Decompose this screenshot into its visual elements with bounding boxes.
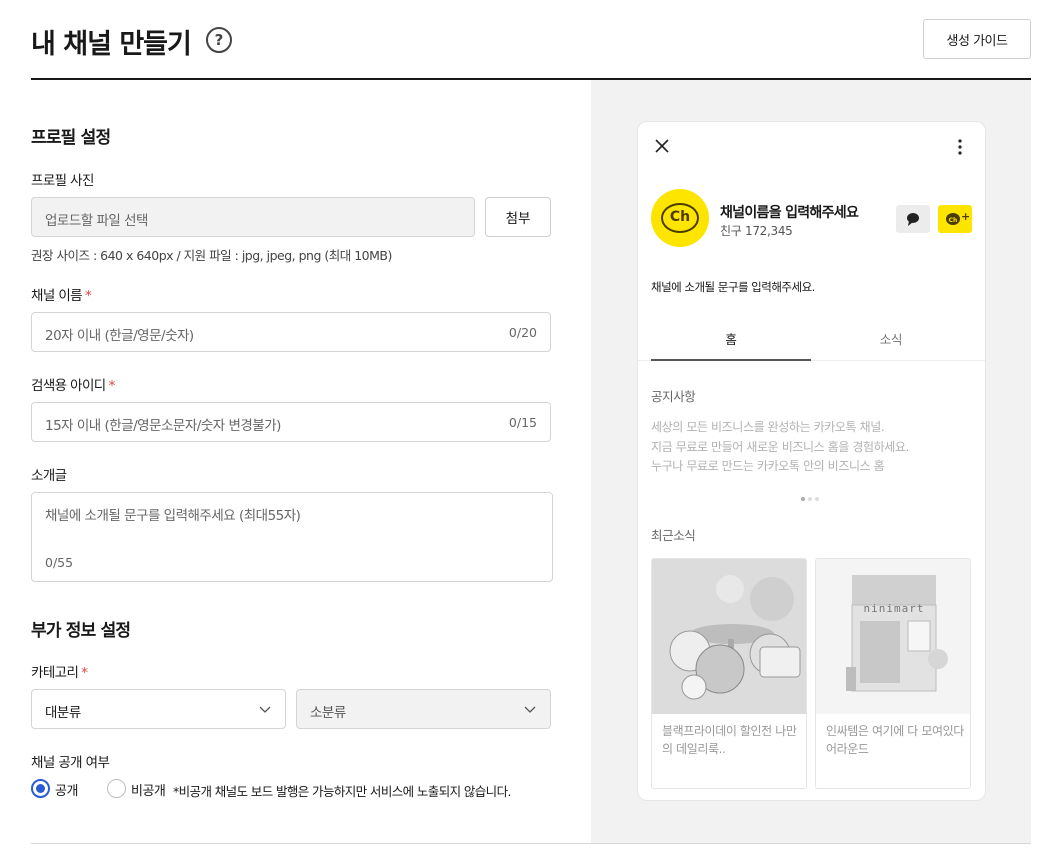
channel-logo-text: Ch xyxy=(661,203,699,233)
private-radio[interactable] xyxy=(107,779,126,798)
tab-active-indicator xyxy=(651,359,811,361)
search-id-placeholder: 15자 이내 (한글/영문소문자/숫자 변경불가) xyxy=(45,418,281,434)
intro-placeholder: 채널에 소개될 문구를 입력해주세요 (최대55자) xyxy=(45,508,301,524)
svg-text:Ch: Ch xyxy=(949,217,958,224)
category-label: 카테고리 * xyxy=(31,661,88,681)
intro-counter: 0/55 xyxy=(45,555,74,570)
category-label-text: 카테고리 xyxy=(31,665,79,681)
required-mark: * xyxy=(84,288,92,304)
search-id-label: 검색용 아이디 * xyxy=(31,374,115,394)
chat-button[interactable] xyxy=(896,205,930,233)
notice-line: 세상의 모든 비즈니스를 완성하는 카카오톡 채널. xyxy=(651,420,885,434)
visibility-radio-group: 공개 비공개 *비공개 채널도 보드 발행은 가능하지만 서비스에 노출되지 않… xyxy=(31,779,571,799)
channel-name-placeholder: 20자 이내 (한글/영문/숫자) xyxy=(45,328,194,344)
profile-section-title: 프로필 설정 xyxy=(31,128,111,148)
chevron-down-icon xyxy=(524,706,536,713)
news-card[interactable]: 블랙프라이데이 할인전 나만의 데일리룩.. xyxy=(651,558,807,789)
notice-title: 공지사항 xyxy=(651,389,696,404)
visibility-label: 채널 공개 여부 xyxy=(31,755,110,771)
search-id-counter: 0/15 xyxy=(508,415,537,430)
news-card[interactable]: ninimart 인싸템은 여기에 다 모여있다 어라운드 xyxy=(815,558,971,789)
channel-name-input[interactable]: 20자 이내 (한글/영문/숫자) 0/20 xyxy=(31,312,551,352)
news-thumbnail-store xyxy=(816,559,970,714)
public-radio[interactable] xyxy=(31,779,50,798)
notice-line: 누구나 무료로 만드는 카카오톡 안의 비즈니스 홈 xyxy=(651,459,885,473)
more-vertical-icon[interactable] xyxy=(952,138,968,156)
attach-button[interactable]: 첨부 xyxy=(485,197,551,237)
category-main-select[interactable]: 대분류 xyxy=(31,689,286,729)
channel-logo: Ch xyxy=(651,189,709,247)
required-mark: * xyxy=(81,665,88,681)
search-id-label-text: 검색용 아이디 xyxy=(31,378,106,394)
recent-news-title: 최근소식 xyxy=(651,528,696,543)
chevron-down-icon xyxy=(259,706,271,713)
public-radio-label[interactable]: 공개 xyxy=(55,780,78,799)
required-mark: * xyxy=(108,378,116,394)
page-title: 내 채널 만들기 xyxy=(31,29,192,60)
intro-label: 소개글 xyxy=(31,468,67,484)
preview-description: 채널에 소개될 문구를 입력해주세요. xyxy=(651,280,815,294)
creation-guide-button[interactable]: 생성 가이드 xyxy=(923,19,1031,59)
profile-photo-label: 프로필 사진 xyxy=(31,173,94,189)
private-note: *비공개 채널도 보드 발행은 가능하지만 서비스에 노출되지 않습니다. xyxy=(173,784,511,799)
private-radio-label[interactable]: 비공개 xyxy=(131,780,166,799)
intro-textarea[interactable]: 채널에 소개될 문구를 입력해주세요 (최대55자) 0/55 xyxy=(31,492,553,582)
close-icon[interactable] xyxy=(654,138,670,154)
preview-friend-count: 친구 172,345 xyxy=(720,224,793,238)
channel-name-label-text: 채널 이름 xyxy=(31,288,83,304)
news-card-caption: 인싸템은 여기에 다 모여있다 어라운드 xyxy=(826,724,964,756)
tab-news[interactable]: 소식 xyxy=(811,329,971,348)
chat-bubble-icon xyxy=(907,213,919,226)
bottom-divider xyxy=(31,843,1031,844)
channel-preview-phone: Ch 채널이름을 입력해주세요 친구 172,345 Ch + 채널에 소개될 … xyxy=(637,121,986,801)
news-thumbnail-characters xyxy=(652,559,806,714)
category-sub-select[interactable]: 소분류 xyxy=(296,689,551,729)
carousel-dots xyxy=(801,486,822,505)
channel-add-plus: + xyxy=(961,210,971,223)
photo-size-hint: 권장 사이즈 : 640 x 640px / 지원 파일 : jpg, jpeg… xyxy=(31,248,392,263)
extra-section-title: 부가 정보 설정 xyxy=(31,621,131,641)
notice-line: 지금 무료로 만들어 새로운 비즈니스 홈을 경험하세요. xyxy=(651,440,909,454)
category-main-value: 대분류 xyxy=(45,705,81,721)
search-id-input[interactable]: 15자 이내 (한글/영문소문자/숫자 변경불가) 0/15 xyxy=(31,402,551,442)
category-sub-value: 소분류 xyxy=(310,705,346,721)
channel-name-counter: 0/20 xyxy=(508,325,537,340)
help-icon[interactable]: ? xyxy=(206,27,232,53)
file-select-field[interactable]: 업로드할 파일 선택 xyxy=(31,197,475,237)
file-select-placeholder: 업로드할 파일 선택 xyxy=(45,213,148,229)
tab-home[interactable]: 홈 xyxy=(651,329,811,348)
channel-name-label: 채널 이름 * xyxy=(31,284,92,304)
preview-channel-name: 채널이름을 입력해주세요 xyxy=(720,205,859,221)
news-card-caption: 블랙프라이데이 할인전 나만의 데일리룩.. xyxy=(662,724,797,756)
add-channel-button[interactable]: Ch + xyxy=(938,205,972,233)
store-sign-text: ninimart xyxy=(863,602,925,615)
